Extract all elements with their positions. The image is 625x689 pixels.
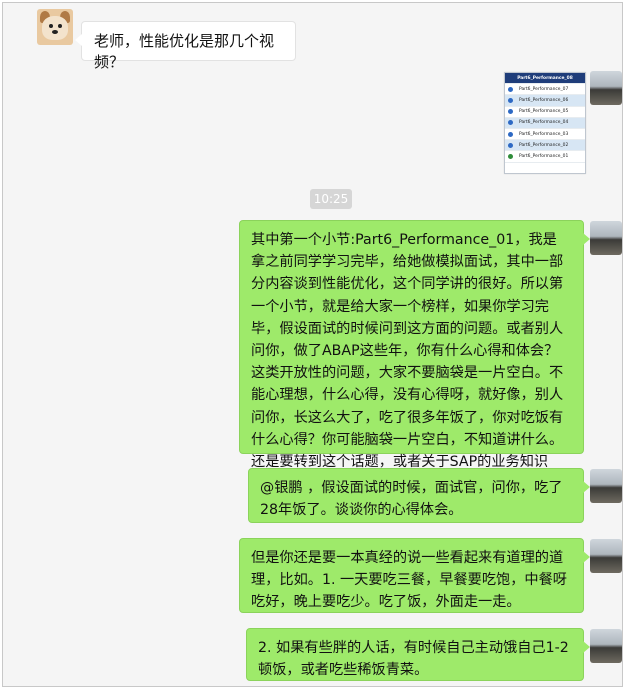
- file-list-item: Part6_Performance_02: [505, 140, 585, 152]
- outgoing-message-text: 但是你还是要一本真经的说一些看起来有道理的道理，比如。1. 一天要吃三餐，早餐要…: [251, 550, 567, 611]
- user-avatar[interactable]: [590, 539, 622, 573]
- file-list-item: Part6_Performance_07: [505, 84, 585, 96]
- user-avatar[interactable]: [590, 71, 622, 105]
- outgoing-message-text: 2. 如果有些胖的人话，有时候自己主动饿自己1-2顿饭，或者吃些稀饭青菜。: [258, 640, 569, 679]
- file-icon: [508, 120, 513, 126]
- sender-avatar[interactable]: [37, 9, 73, 45]
- user-avatar[interactable]: [590, 629, 622, 663]
- dog-eye-right: [58, 24, 62, 28]
- dog-eye-left: [49, 24, 53, 28]
- file-list-item: Part6_Performance_01: [505, 151, 585, 163]
- file-icon: [508, 142, 513, 148]
- file-icon: [508, 153, 513, 159]
- chat-window: 老师，性能优化是那几个视频？ Part6_Performance_08 Part…: [2, 2, 623, 687]
- file-icon: [508, 97, 513, 103]
- file-list-header: Part6_Performance_08: [505, 73, 585, 85]
- user-avatar[interactable]: [590, 469, 622, 503]
- file-icon: [508, 86, 513, 92]
- outgoing-message-text: @银鹏 ，假设面试的时候，面试官，问你，吃了28年饭了。谈谈你的心得体会。: [260, 480, 563, 519]
- outgoing-message[interactable]: 其中第一个小节:Part6_Performance_01，我是拿之前同学学习完毕…: [239, 220, 590, 492]
- user-avatar[interactable]: [590, 221, 622, 255]
- dog-nose: [52, 30, 58, 34]
- outgoing-message-text: 其中第一个小节:Part6_Performance_01，我是拿之前同学学习完毕…: [251, 232, 564, 492]
- file-icon: [508, 131, 513, 137]
- file-list-item: Part6_Performance_05: [505, 107, 585, 118]
- incoming-message[interactable]: 老师，性能优化是那几个视频？: [75, 21, 296, 71]
- incoming-message-text: 老师，性能优化是那几个视频？: [94, 32, 275, 71]
- file-list-item: Part6_Performance_06: [505, 95, 585, 107]
- dog-face: [42, 16, 68, 40]
- file-icon: [508, 109, 513, 115]
- outgoing-message[interactable]: 2. 如果有些胖的人话，有时候自己主动饿自己1-2顿饭，或者吃些稀饭青菜。: [246, 628, 590, 681]
- timestamp: 10:25: [310, 189, 352, 209]
- file-list-image[interactable]: Part6_Performance_08 Part6_Performance_0…: [504, 72, 586, 174]
- file-list-item: Part6_Performance_04: [505, 117, 585, 129]
- outgoing-message[interactable]: 但是你还是要一本真经的说一些看起来有道理的道理，比如。1. 一天要吃三餐，早餐要…: [239, 538, 590, 613]
- outgoing-message[interactable]: @银鹏 ，假设面试的时候，面试官，问你，吃了28年饭了。谈谈你的心得体会。: [248, 468, 590, 523]
- file-list-item: Part6_Performance_03: [505, 129, 585, 141]
